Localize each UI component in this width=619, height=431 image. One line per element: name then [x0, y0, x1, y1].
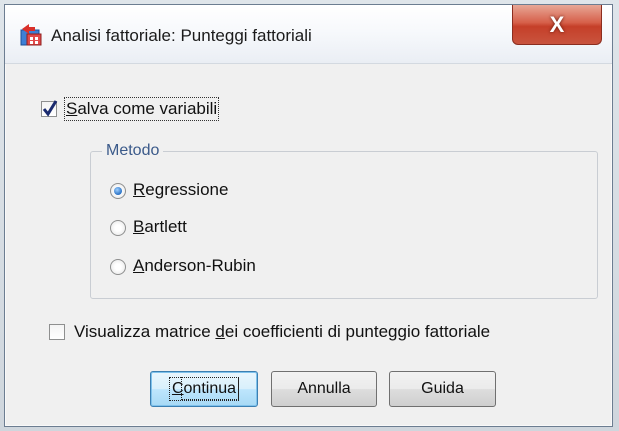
factor-scores-dialog: Analisi fattoriale: Punteggi fattoriali … [4, 4, 613, 427]
radio-anderson-rubin-label[interactable]: Anderson-Rubin [133, 256, 256, 276]
radio-anderson-rubin[interactable] [110, 259, 126, 275]
radio-bartlett[interactable] [110, 220, 126, 236]
help-button[interactable]: Guida [389, 371, 496, 407]
spss-app-icon [20, 24, 42, 46]
cancel-button[interactable]: Annulla [271, 371, 377, 407]
save-as-variables-label[interactable]: Salva come variabili [63, 97, 220, 121]
radio-bartlett-label[interactable]: Bartlett [133, 217, 187, 237]
help-button-label: Guida [421, 380, 464, 397]
radio-regression-label[interactable]: Regressione [133, 180, 228, 200]
close-button[interactable]: X [512, 5, 602, 45]
close-icon: X [549, 11, 565, 37]
continue-button[interactable]: Continua [150, 371, 258, 407]
dialog-title: Analisi fattoriale: Punteggi fattoriali [51, 26, 312, 45]
title-bar[interactable]: Analisi fattoriale: Punteggi fattoriali … [5, 5, 612, 64]
display-coefficient-matrix-label[interactable]: Visualizza matrice dei coefficienti di p… [74, 322, 490, 342]
checkmark-icon [42, 100, 58, 117]
save-as-variables-checkbox[interactable] [41, 100, 58, 117]
cancel-button-label: Annulla [297, 380, 351, 397]
method-group-title: Metodo [102, 142, 164, 160]
continue-button-label: Continua [168, 377, 240, 401]
display-coefficient-matrix-checkbox[interactable] [49, 324, 65, 340]
radio-regression[interactable] [110, 183, 126, 199]
